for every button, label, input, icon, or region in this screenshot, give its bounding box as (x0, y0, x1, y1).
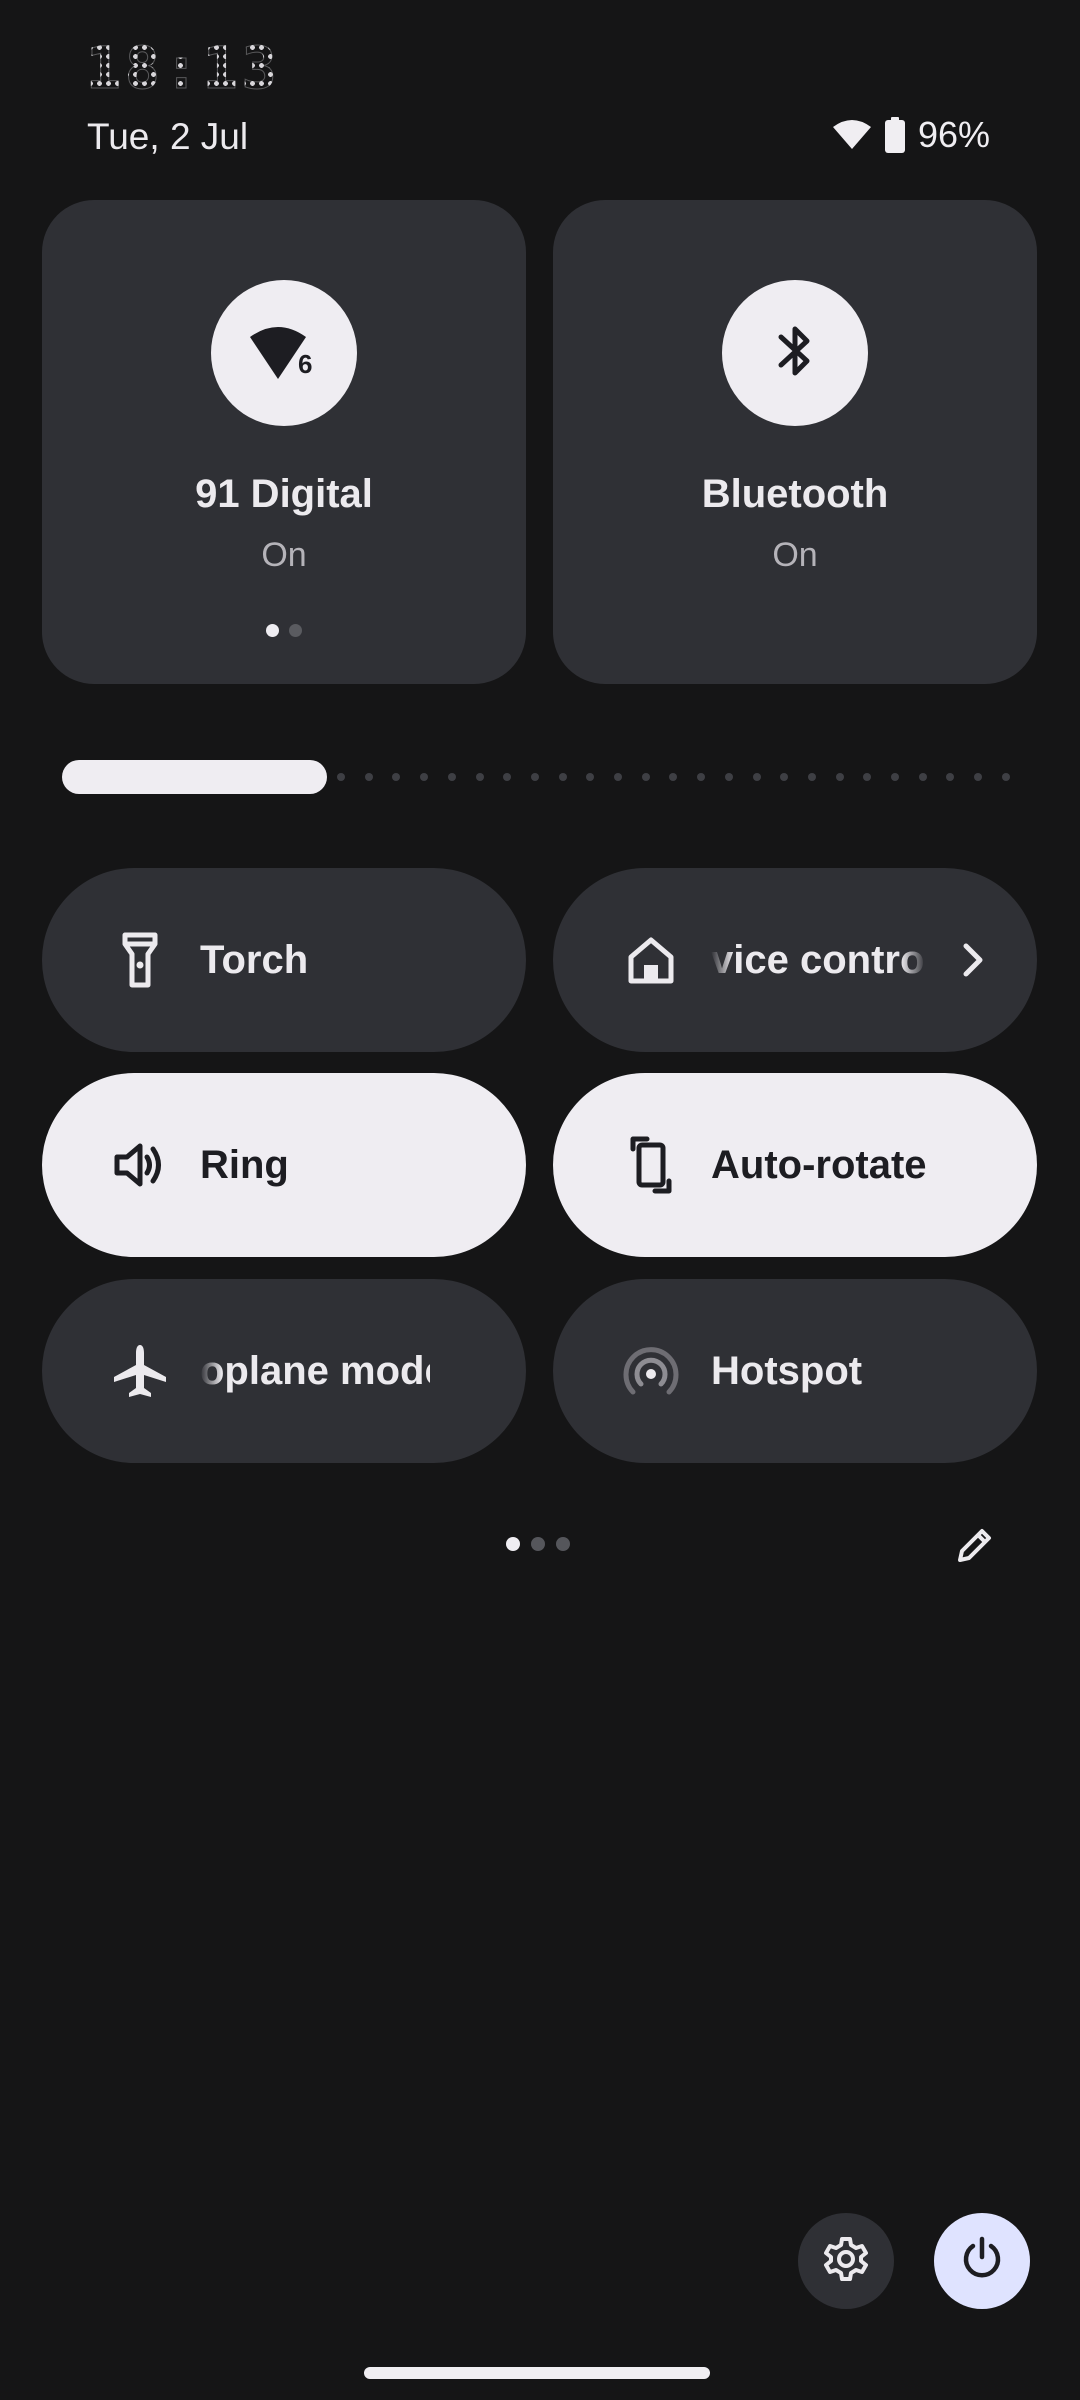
home-gesture-bar[interactable] (364, 2367, 710, 2379)
device-controls-tile-label: vice control (711, 937, 936, 982)
quick-settings-screen: 18:13 Tue, 2 Jul 96% 6 91 Digital On Blu… (0, 0, 1080, 2400)
brightness-track-dot (669, 773, 678, 781)
flashlight-icon (112, 932, 168, 988)
brightness-track-dot (752, 773, 761, 781)
brightness-track-dot (697, 773, 706, 781)
hotspot-icon (623, 1343, 679, 1399)
hotspot-tile[interactable]: Hotspot (553, 1279, 1037, 1463)
brightness-track-dot (807, 773, 816, 781)
hotspot-tile-label: Hotspot (711, 1348, 863, 1393)
brightness-track-dot (586, 773, 595, 781)
internet-tile-state: On (261, 536, 307, 574)
brightness-track-dot (614, 773, 623, 781)
wifi-icon (832, 119, 872, 151)
brightness-slider-fill[interactable] (62, 760, 327, 794)
clock[interactable]: 18:13 (86, 34, 281, 103)
rotate-icon (623, 1136, 679, 1194)
chevron-right-icon[interactable] (943, 930, 1003, 990)
volume-icon (112, 1137, 168, 1193)
brightness-track-dot (503, 773, 512, 781)
internet-tile[interactable]: 6 91 Digital On (42, 200, 526, 684)
pager-dot (289, 624, 302, 637)
brightness-track-dot (918, 773, 927, 781)
page-dot[interactable] (531, 1537, 545, 1551)
auto-rotate-tile-label: Auto-rotate (711, 1142, 927, 1187)
brightness-track-dot (946, 773, 955, 781)
internet-tile-pager (42, 624, 526, 637)
brightness-track-dot (558, 773, 567, 781)
bluetooth-tile[interactable]: Bluetooth On (553, 200, 1037, 684)
airplane-mode-tile[interactable]: oplane mode (42, 1279, 526, 1463)
battery-percentage: 96% (917, 114, 990, 155)
status-icons: 96% (832, 114, 990, 156)
brightness-track-dot (641, 773, 650, 781)
ring-tile-label: Ring (200, 1142, 289, 1187)
brightness-track-dot (392, 773, 401, 781)
brightness-track-dot (863, 773, 872, 781)
brightness-track-dot (724, 773, 733, 781)
date[interactable]: Tue, 2 Jul (87, 116, 248, 158)
device-controls-tile[interactable]: vice control (553, 868, 1037, 1052)
brightness-track-dot (364, 773, 373, 781)
brightness-track-dot (420, 773, 429, 781)
ring-tile[interactable]: Ring (42, 1073, 526, 1257)
torch-tile[interactable]: Torch (42, 868, 526, 1052)
power-button[interactable] (934, 2213, 1030, 2309)
pencil-icon (955, 1525, 995, 1570)
battery-icon (884, 117, 906, 153)
brightness-track-dot (780, 773, 789, 781)
brightness-slider-track[interactable] (337, 773, 1010, 781)
page-dot[interactable] (506, 1537, 520, 1551)
brightness-track-dot (835, 773, 844, 781)
torch-tile-label: Torch (200, 937, 309, 982)
gear-icon (822, 2235, 870, 2288)
bluetooth-tile-state: On (772, 536, 818, 574)
power-icon (958, 2235, 1006, 2288)
wifi-6-icon: 6 (248, 321, 320, 386)
brightness-slider[interactable] (62, 760, 1010, 794)
brightness-track-dot (447, 773, 456, 781)
brightness-track-dot (974, 773, 983, 781)
airplane-mode-tile-label: oplane mode (200, 1348, 430, 1393)
home-icon (623, 932, 679, 988)
internet-tile-icon-circle[interactable]: 6 (211, 280, 357, 426)
svg-text:6: 6 (298, 349, 312, 379)
bluetooth-tile-title: Bluetooth (701, 472, 889, 516)
edit-tiles-button[interactable] (948, 1520, 1002, 1574)
internet-tile-title: 91 Digital (195, 472, 373, 516)
brightness-track-dot (475, 773, 484, 781)
page-dot[interactable] (556, 1537, 570, 1551)
auto-rotate-tile[interactable]: Auto-rotate (553, 1073, 1037, 1257)
airplane-icon (112, 1343, 168, 1399)
quick-settings-pager[interactable] (506, 1537, 570, 1551)
bluetooth-tile-icon-circle[interactable] (722, 280, 868, 426)
pager-dot (266, 624, 279, 637)
bluetooth-icon (773, 321, 817, 386)
settings-button[interactable] (798, 2213, 894, 2309)
brightness-track-dot (891, 773, 900, 781)
brightness-track-dot (337, 773, 345, 781)
brightness-track-dot (530, 773, 539, 781)
brightness-track-dot (1001, 773, 1010, 781)
